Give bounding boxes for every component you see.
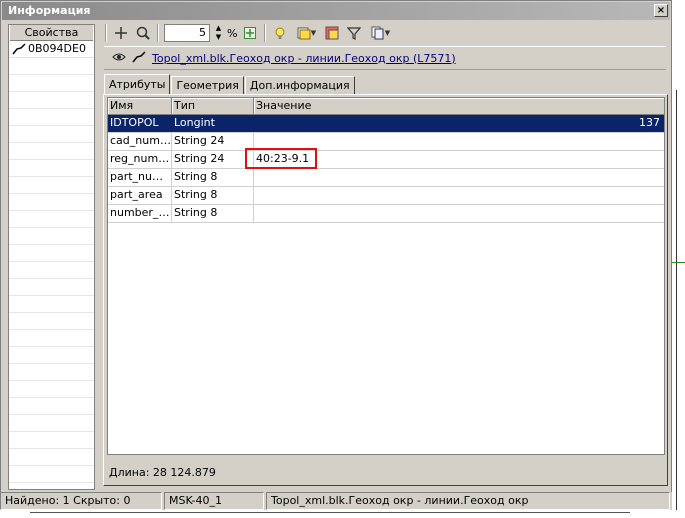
palette-icon: [325, 26, 339, 40]
cell-value[interactable]: [254, 169, 664, 186]
pan-button[interactable]: [112, 24, 130, 42]
cell-name: reg_numb...: [108, 151, 172, 168]
cell-value[interactable]: [254, 205, 664, 222]
cell-name: number_pp: [108, 205, 172, 222]
status-layer: Topol_xml.blk.Геоход окр - линии.Геоход …: [266, 492, 670, 510]
polyline-icon: [12, 43, 26, 55]
zoom-button[interactable]: [134, 24, 152, 42]
cell-type: String 24: [172, 133, 254, 150]
zoom-extent-button[interactable]: [241, 24, 259, 42]
map-line: [672, 262, 685, 263]
object-list-item[interactable]: 0B094DE0: [9, 41, 94, 58]
table-row[interactable]: part_area String 8: [108, 187, 664, 205]
toolbar: 5 ▲ ▼ % ▼ ▼: [104, 22, 668, 44]
lightbulb-icon: [275, 27, 285, 39]
object-link[interactable]: Topol_xml.blk.Геоход окр - линии.Геоход …: [152, 52, 456, 65]
spin-down-icon: ▼: [215, 33, 222, 41]
map-line: [676, 90, 677, 510]
table-header: Имя Тип Значение: [108, 98, 664, 115]
table-row[interactable]: IDTOPOL Longint 137: [108, 115, 664, 133]
cell-type: String 8: [172, 205, 254, 222]
layers-icon: [297, 27, 311, 40]
properties-panel: Свойства 0B094DE0: [8, 24, 95, 490]
filter-icon: [347, 27, 362, 40]
status-bar: Найдено: 1 Скрыто: 0 MSK-40_1 Topol_xml.…: [0, 492, 672, 510]
map-line: [30, 512, 630, 513]
tab-geometry[interactable]: Геометрия: [171, 76, 244, 95]
table-row[interactable]: part_num ... String 8: [108, 169, 664, 187]
highlight-button[interactable]: [271, 24, 289, 42]
dropdown-arrow-icon: ▼: [310, 29, 317, 37]
length-label: Длина: 28 124.879: [109, 466, 216, 479]
cell-type: String 8: [172, 187, 254, 204]
status-found: Найдено: 1 Скрыто: 0: [0, 492, 162, 510]
column-header-value[interactable]: Значение: [254, 98, 664, 115]
cell-name: IDTOPOL: [108, 115, 172, 132]
tab-extra-info[interactable]: Доп.информация: [244, 76, 355, 95]
spin-up-icon: ▲: [215, 24, 222, 32]
cell-type: String 8: [172, 169, 254, 186]
zoom-spinner[interactable]: ▲ ▼: [214, 24, 223, 42]
style-button[interactable]: [323, 24, 341, 42]
copy-icon: [371, 26, 384, 40]
select-dropdown-button[interactable]: ▼: [293, 24, 319, 42]
cell-name: part_num ...: [108, 169, 172, 186]
eye-icon[interactable]: [112, 52, 126, 65]
close-button[interactable]: ×: [654, 4, 668, 17]
tab-attributes[interactable]: Атрибуты: [104, 74, 171, 95]
object-header: Topol_xml.blk.Геоход окр - линии.Геоход …: [104, 46, 666, 70]
column-header-name[interactable]: Имя: [108, 98, 172, 115]
table-row[interactable]: cad_number String 24: [108, 133, 664, 151]
column-header-type[interactable]: Тип: [172, 98, 254, 115]
magnifier-icon: [136, 26, 150, 40]
move-icon: [115, 27, 127, 39]
properties-header: Свойства: [10, 25, 93, 41]
filter-button[interactable]: [345, 24, 363, 42]
polyline-icon: [132, 50, 146, 66]
object-id-label: 0B094DE0: [28, 42, 86, 55]
zoom-unit: %: [227, 26, 238, 40]
zoom-input[interactable]: 5: [164, 24, 210, 42]
title-bar: Информация ×: [2, 2, 670, 20]
table-row[interactable]: reg_numb... String 24 40:23-9.1: [108, 151, 664, 169]
cell-value[interactable]: 137: [254, 115, 664, 132]
table-row[interactable]: number_pp String 8: [108, 205, 664, 223]
tab-bar: Атрибуты Геометрия Доп.информация: [104, 74, 356, 95]
dropdown-arrow-icon: ▼: [384, 29, 391, 37]
cell-type: Longint: [172, 115, 254, 132]
window-title: Информация: [8, 4, 91, 17]
attributes-table: Имя Тип Значение IDTOPOL Longint 137 cad…: [107, 97, 665, 455]
close-icon: ×: [656, 5, 666, 16]
cell-value[interactable]: [254, 187, 664, 204]
status-crs: MSK-40_1: [164, 492, 264, 510]
cell-name: cad_number: [108, 133, 172, 150]
zoom-extent-icon: [244, 27, 257, 39]
cell-type: String 24: [172, 151, 254, 168]
annotation-highlight-box: [245, 148, 317, 169]
cell-name: part_area: [108, 187, 172, 204]
copy-dropdown-button[interactable]: ▼: [367, 24, 393, 42]
